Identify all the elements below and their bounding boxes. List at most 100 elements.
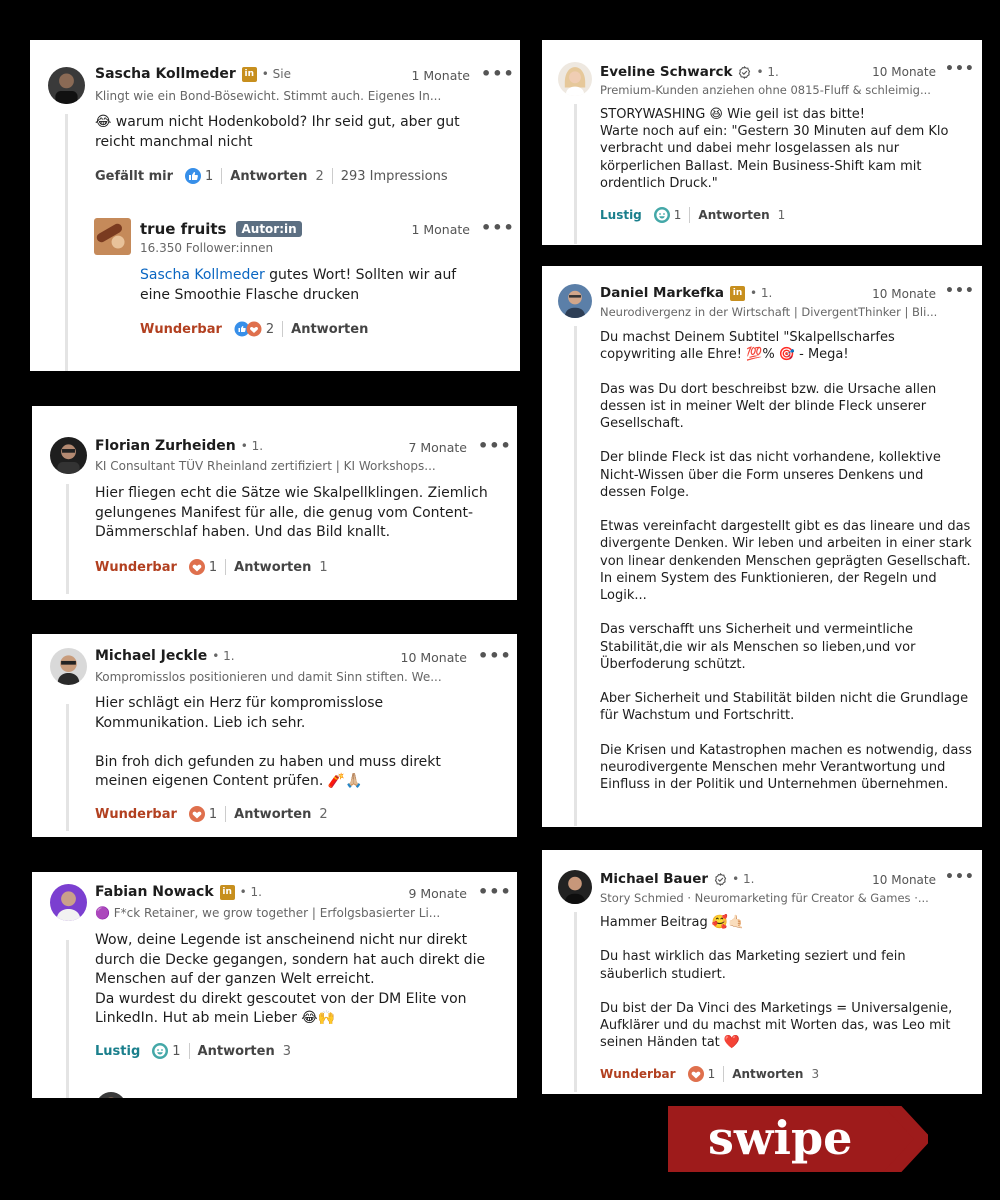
thread-line xyxy=(574,326,577,826)
wunderbar-button[interactable]: Wunderbar xyxy=(600,1067,676,1081)
reaction-count: 1 xyxy=(673,208,682,222)
comment-actions: Wunderbar 1 Antworten 3 xyxy=(600,1066,819,1082)
more-options-icon[interactable]: ••• xyxy=(945,869,975,885)
comment-text: Wow, deine Legende ist anscheinend nicht… xyxy=(95,932,486,1026)
more-options-icon[interactable]: ••• xyxy=(481,64,515,83)
linkedin-icon: in xyxy=(241,66,257,82)
wunderbar-button[interactable]: Wunderbar xyxy=(95,560,177,575)
more-options-icon[interactable]: ••• xyxy=(478,882,512,901)
like-reaction-icon xyxy=(184,168,201,184)
linkedin-icon: in xyxy=(729,285,745,301)
more-options-icon[interactable]: ••• xyxy=(945,61,975,77)
author-name[interactable]: Daniel Markefka xyxy=(600,285,724,301)
reply-button[interactable]: Antworten xyxy=(234,807,311,822)
wunderbar-button[interactable]: Wunderbar xyxy=(95,807,177,822)
comment-actions: Lustig 1 Antworten 3 xyxy=(95,1043,291,1059)
comment-text: Hammer Beitrag 🥰🤙🏻 Du hast wirklich das … xyxy=(600,915,953,1051)
divider xyxy=(225,559,227,575)
author-name[interactable]: Michael Jeckle xyxy=(95,648,207,664)
reply-count: 2 xyxy=(315,168,324,184)
reply-actions: Wunderbar 2 Antworten xyxy=(140,321,368,337)
reply-text: Sascha Kollmeder gutes Wort! Sollten wir… xyxy=(140,267,457,303)
thread-line xyxy=(574,912,577,1092)
reaction-count: 1 xyxy=(172,1043,181,1059)
degree-label: • 1. xyxy=(756,65,779,79)
author-name[interactable]: Sascha Kollmeder xyxy=(95,66,236,82)
author-headline: Klingt wie ein Bond-Bösewicht. Stimmt au… xyxy=(95,89,442,103)
divider xyxy=(282,321,284,337)
comment-card-daniel: Daniel Markefka in • 1. 10 Monate ••• Ne… xyxy=(542,266,982,827)
laugh-reaction-icon xyxy=(152,1043,169,1059)
comment-card-fabian: Fabian Nowack in • 1. 9 Monate ••• 🟣 F*c… xyxy=(32,872,517,1098)
author-name[interactable]: Eveline Schwarck xyxy=(600,64,732,80)
timestamp: 10 Monate xyxy=(872,65,936,79)
heart-reaction-icon xyxy=(188,559,205,575)
divider xyxy=(723,1066,725,1082)
divider xyxy=(689,207,691,223)
reaction-count: 2 xyxy=(265,321,275,337)
author-headline: Premium-Kunden anziehen ohne 0815-Fluff … xyxy=(600,83,931,97)
reply-button[interactable]: Antworten xyxy=(291,322,368,337)
avatar[interactable] xyxy=(558,284,592,318)
degree-label: • 1. xyxy=(240,439,264,453)
mention-link[interactable]: Sascha Kollmeder xyxy=(140,267,265,283)
thread-line xyxy=(66,940,69,1098)
reply-author-name[interactable]: true fruits xyxy=(140,220,226,238)
comment-text: STORYWASHING 😆 Wie geil ist das bitte! W… xyxy=(600,107,949,191)
reply-button[interactable]: Antworten xyxy=(698,208,769,222)
lustig-button[interactable]: Lustig xyxy=(600,208,642,222)
avatar xyxy=(96,1092,126,1098)
comment-text: Du machst Deinem Subtitel "Skalpellschar… xyxy=(600,330,972,793)
author-headline: Neurodivergenz in der Wirtschaft | Diver… xyxy=(600,305,938,319)
wunderbar-button[interactable]: Wunderbar xyxy=(140,322,222,337)
reaction-count: 1 xyxy=(208,559,218,575)
avatar[interactable] xyxy=(94,218,131,255)
degree-label: • 1. xyxy=(212,649,235,663)
reply-count: 1 xyxy=(777,208,786,222)
heart-reaction-icon xyxy=(687,1066,704,1082)
degree-label: • 1. xyxy=(732,872,755,886)
comment-actions: Lustig 1 Antworten 1 xyxy=(600,207,785,223)
more-options-icon[interactable]: ••• xyxy=(478,646,512,665)
swipe-label: swipe xyxy=(708,1111,853,1165)
reply-button[interactable]: Antworten xyxy=(198,1044,275,1059)
lustig-button[interactable]: Lustig xyxy=(95,1044,140,1059)
avatar[interactable] xyxy=(50,648,87,685)
author-name[interactable]: Florian Zurheiden xyxy=(95,438,236,454)
author-name[interactable]: Fabian Nowack xyxy=(95,884,214,900)
verified-icon xyxy=(714,872,727,886)
avatar[interactable] xyxy=(50,437,87,474)
timestamp: 1 Monate xyxy=(411,222,470,237)
swipe-banner[interactable]: swipe xyxy=(668,1098,932,1180)
more-options-icon[interactable]: ••• xyxy=(945,283,975,299)
divider xyxy=(225,806,227,822)
reaction-icons xyxy=(234,321,262,337)
comment-actions: Wunderbar 1 Antworten 2 xyxy=(95,806,328,822)
reaction-count: 1 xyxy=(204,168,214,184)
reply-button[interactable]: Antworten xyxy=(732,1067,803,1081)
divider xyxy=(188,1043,190,1059)
avatar[interactable] xyxy=(558,62,592,96)
author-headline: Story Schmied · Neuromarketing für Creat… xyxy=(600,891,929,905)
comment-text: Hier schlägt ein Herz für kompromisslose… xyxy=(95,695,441,789)
like-button[interactable]: Gefällt mir xyxy=(95,169,173,184)
reply-count: 3 xyxy=(282,1043,291,1059)
author-badge: Autor:in xyxy=(236,221,302,237)
divider xyxy=(221,168,223,184)
author-name[interactable]: Michael Bauer xyxy=(600,871,708,887)
avatar[interactable] xyxy=(48,67,85,104)
comment-card-michael-jeckle: Michael Jeckle • 1. 10 Monate ••• Kompro… xyxy=(32,634,517,837)
reply-button[interactable]: Antworten xyxy=(230,169,307,184)
avatar[interactable] xyxy=(558,870,592,904)
comment-text: Hier fliegen echt die Sätze wie Skalpell… xyxy=(95,485,488,540)
avatar[interactable] xyxy=(50,884,87,921)
heart-reaction-icon xyxy=(188,806,205,822)
verified-icon xyxy=(738,65,751,79)
author-headline: 🟣 F*ck Retainer, we grow together | Erfo… xyxy=(95,906,441,920)
more-options-icon[interactable]: ••• xyxy=(478,436,512,455)
comment-actions: Gefällt mir 1 Antworten 2 293 Impression… xyxy=(95,168,448,184)
comment-card-sascha: Sascha Kollmeder in • Sie 1 Monate ••• K… xyxy=(30,40,520,371)
degree-label: • 1. xyxy=(749,286,773,300)
reply-button[interactable]: Antworten xyxy=(234,560,311,575)
more-options-icon[interactable]: ••• xyxy=(481,218,515,237)
